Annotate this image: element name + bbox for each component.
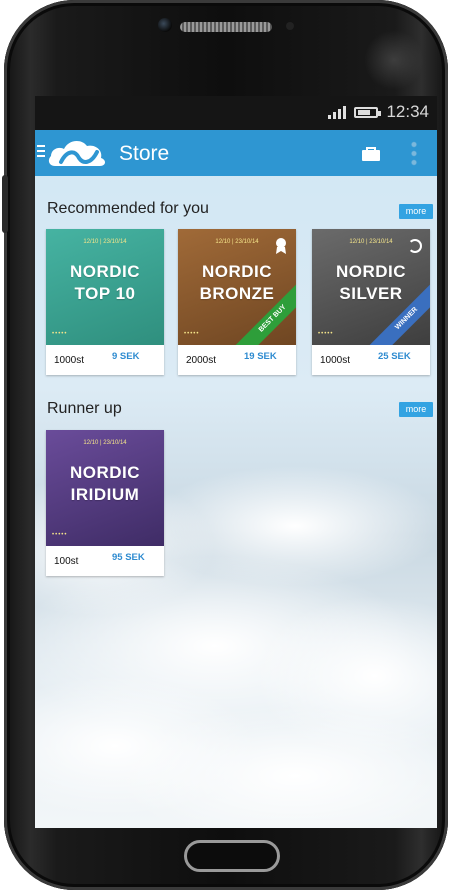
- product-footer: 2000st 19 SEK: [178, 345, 296, 375]
- loading-icon: [408, 239, 422, 253]
- cloud-logo-icon[interactable]: [47, 136, 111, 170]
- earpiece-speaker: [180, 22, 272, 32]
- product-name: NORDIC SILVER: [335, 262, 407, 303]
- product-name: NORDIC IRIDIUM: [69, 463, 141, 504]
- product-price: 9 SEK: [112, 351, 140, 362]
- product-card[interactable]: 12/10 | 23/10/14 NORDIC BRONZE ••••• BEST…: [178, 229, 296, 375]
- more-button-recommended[interactable]: more: [399, 204, 433, 219]
- rating-dots: •••••: [52, 532, 68, 538]
- signal-icon: [328, 105, 347, 119]
- volume-button: [2, 175, 8, 233]
- rating-dots: •••••: [318, 331, 334, 337]
- product-card[interactable]: 12/10 | 23/10/14 NORDIC IRIDIUM ••••• 100…: [46, 430, 164, 576]
- product-quantity: 100st: [54, 556, 79, 567]
- app-bar: Store: [35, 130, 437, 176]
- rating-dots: •••••: [184, 331, 200, 337]
- product-price: 25 SEK: [378, 351, 411, 362]
- product-footer: 1000st 25 SEK: [312, 345, 430, 375]
- menu-icon[interactable]: [37, 145, 45, 159]
- home-button[interactable]: [184, 840, 280, 872]
- product-quantity: 1000st: [54, 355, 85, 366]
- product-quantity: 2000st: [186, 355, 217, 366]
- rating-dots: •••••: [52, 331, 68, 337]
- product-footer: 1000st 9 SEK: [46, 345, 164, 375]
- proximity-sensor: [286, 22, 294, 30]
- screen: 12:34 Store Recommended for you more 12/…: [35, 96, 437, 828]
- product-price: 95 SEK: [112, 552, 145, 563]
- overflow-menu-icon[interactable]: [411, 140, 417, 166]
- product-image: 12/10 | 23/10/14 NORDIC TOP 10 •••••: [46, 229, 164, 345]
- product-date: 12/10 | 23/10/14: [83, 239, 127, 245]
- phone-gloss: [364, 30, 424, 90]
- shopping-bag-icon[interactable]: [361, 146, 381, 162]
- product-price: 19 SEK: [244, 351, 277, 362]
- product-image: 12/10 | 23/10/14 NORDIC IRIDIUM •••••: [46, 430, 164, 546]
- award-badge-icon: [276, 238, 286, 254]
- more-button-runner-up[interactable]: more: [399, 402, 433, 417]
- front-camera: [158, 18, 172, 32]
- product-image: 12/10 | 23/10/14 NORDIC SILVER ••••• WINN…: [312, 229, 430, 345]
- battery-icon: [354, 106, 382, 118]
- product-footer: 100st 95 SEK: [46, 546, 164, 576]
- product-card[interactable]: 12/10 | 23/10/14 NORDIC SILVER ••••• WINN…: [312, 229, 430, 375]
- product-name: NORDIC TOP 10: [69, 262, 141, 303]
- section-title-runner-up: Runner up: [47, 400, 122, 417]
- section-title-recommended: Recommended for you: [47, 200, 209, 217]
- app-title: Store: [119, 142, 170, 165]
- product-image: 12/10 | 23/10/14 NORDIC BRONZE ••••• BEST…: [178, 229, 296, 345]
- status-bar: 12:34: [35, 96, 437, 130]
- product-name: NORDIC BRONZE: [199, 262, 275, 303]
- product-quantity: 1000st: [320, 355, 351, 366]
- product-date: 12/10 | 23/10/14: [83, 440, 127, 446]
- product-card[interactable]: 12/10 | 23/10/14 NORDIC TOP 10 ••••• 1000…: [46, 229, 164, 375]
- status-time: 12:34: [386, 102, 429, 121]
